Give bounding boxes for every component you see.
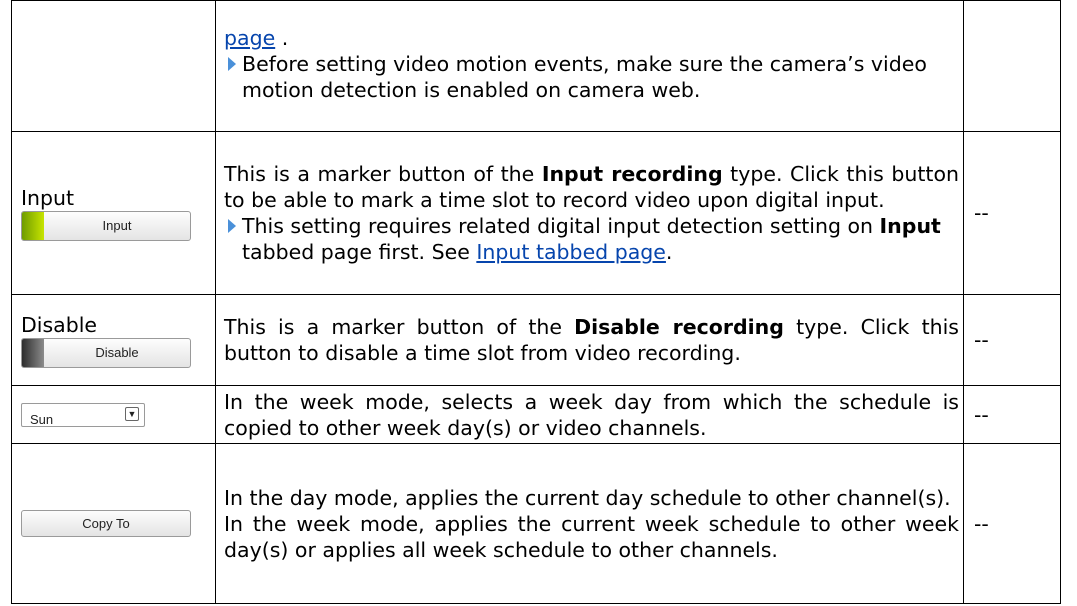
weekday-select[interactable]: Sun ▼ <box>21 402 145 427</box>
input-tabbed-page-link[interactable]: Input tabbed page <box>476 240 666 264</box>
input-label: Input <box>21 186 75 210</box>
description-cell: page . Before setting video motion event… <box>215 0 964 132</box>
value-cell: -- <box>963 131 1061 295</box>
item-cell: Input Input <box>11 131 216 295</box>
triangle-right-icon <box>228 57 236 71</box>
page-link[interactable]: page <box>224 26 275 50</box>
note-bullet: This setting requires related digital in… <box>224 213 959 265</box>
table-row: Disable Disable This is a marker button … <box>11 294 1061 386</box>
input-swatch-icon <box>22 212 44 240</box>
value-cell: -- <box>963 294 1061 386</box>
description-cell: This is a marker button of the Disable r… <box>215 294 964 386</box>
item-cell: Sun ▼ <box>11 385 216 444</box>
disable-swatch-icon <box>22 339 44 367</box>
value-cell <box>963 0 1061 132</box>
table-row: Sun ▼ In the week mode, selects a week d… <box>11 385 1061 444</box>
item-cell <box>11 0 216 132</box>
input-marker-button[interactable]: Input <box>21 211 191 241</box>
item-cell: Disable Disable <box>11 294 216 386</box>
item-cell: Copy To <box>11 443 216 604</box>
table-row: Copy To In the day mode, applies the cur… <box>11 443 1061 604</box>
table-row: Input Input This is a marker button of t… <box>11 131 1061 295</box>
value-cell: -- <box>963 385 1061 444</box>
description-cell: In the day mode, applies the current day… <box>215 443 964 604</box>
description-cell: In the week mode, selects a week day fro… <box>215 385 964 444</box>
value-cell: -- <box>963 443 1061 604</box>
chevron-down-icon: ▼ <box>125 406 139 421</box>
description-cell: This is a marker button of the Input rec… <box>215 131 964 295</box>
copy-to-button[interactable]: Copy To <box>21 510 191 537</box>
triangle-right-icon <box>228 219 236 233</box>
disable-label: Disable <box>21 313 98 337</box>
note-bullet: Before setting video motion events, make… <box>224 51 959 103</box>
disable-marker-button[interactable]: Disable <box>21 338 191 368</box>
description-table: page . Before setting video motion event… <box>11 0 1061 604</box>
table-row: page . Before setting video motion event… <box>11 0 1061 132</box>
